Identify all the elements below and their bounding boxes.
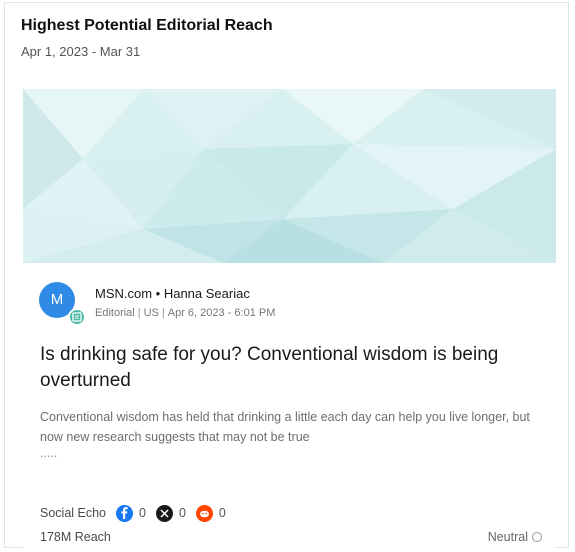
facebook-count: 0 xyxy=(139,506,146,520)
article-headline[interactable]: Is drinking safe for you? Conventional w… xyxy=(40,342,545,394)
source-and-author[interactable]: MSN.com • Hanna Seariac xyxy=(95,286,250,301)
editorial-badge-icon xyxy=(68,308,86,326)
article-country: US xyxy=(143,307,159,319)
article-banner-image[interactable] xyxy=(23,89,556,263)
article-summary: Conventional wisdom has held that drinki… xyxy=(40,407,550,459)
widget-card: Highest Potential Editorial Reach Apr 1,… xyxy=(4,2,569,549)
sentiment-label: Neutral xyxy=(487,530,528,544)
article-summary-text: Conventional wisdom has held that drinki… xyxy=(40,410,530,444)
summary-ellipsis: ..... xyxy=(40,446,58,460)
social-echo-row: Social Echo 0 0 0 xyxy=(40,503,236,523)
reddit-icon xyxy=(195,504,213,522)
date-range: Apr 1, 2023 - Mar 31 xyxy=(21,44,141,59)
sentiment-indicator[interactable]: Neutral xyxy=(488,530,542,544)
x-icon xyxy=(155,504,173,522)
reddit-count: 0 xyxy=(218,506,226,520)
widget-title: Highest Potential Editorial Reach xyxy=(21,17,273,34)
article-meta: Editorial | US | Apr 6, 2023 - 6:01 PM xyxy=(95,307,276,319)
x-count: 0 xyxy=(178,506,186,520)
facebook-icon xyxy=(116,504,134,522)
social-echo-label: Social Echo xyxy=(40,506,107,520)
article-published-date: Apr 6, 2023 - 6:01 PM xyxy=(167,307,276,319)
sentiment-circle-icon xyxy=(532,532,542,542)
low-poly-pattern xyxy=(23,89,556,263)
article-type: Editorial xyxy=(95,307,135,319)
article-card[interactable]: M MSN.com • Hanna Seariac Editorial | US | A… xyxy=(23,89,556,549)
reach-value: 178M Reach xyxy=(40,530,111,544)
